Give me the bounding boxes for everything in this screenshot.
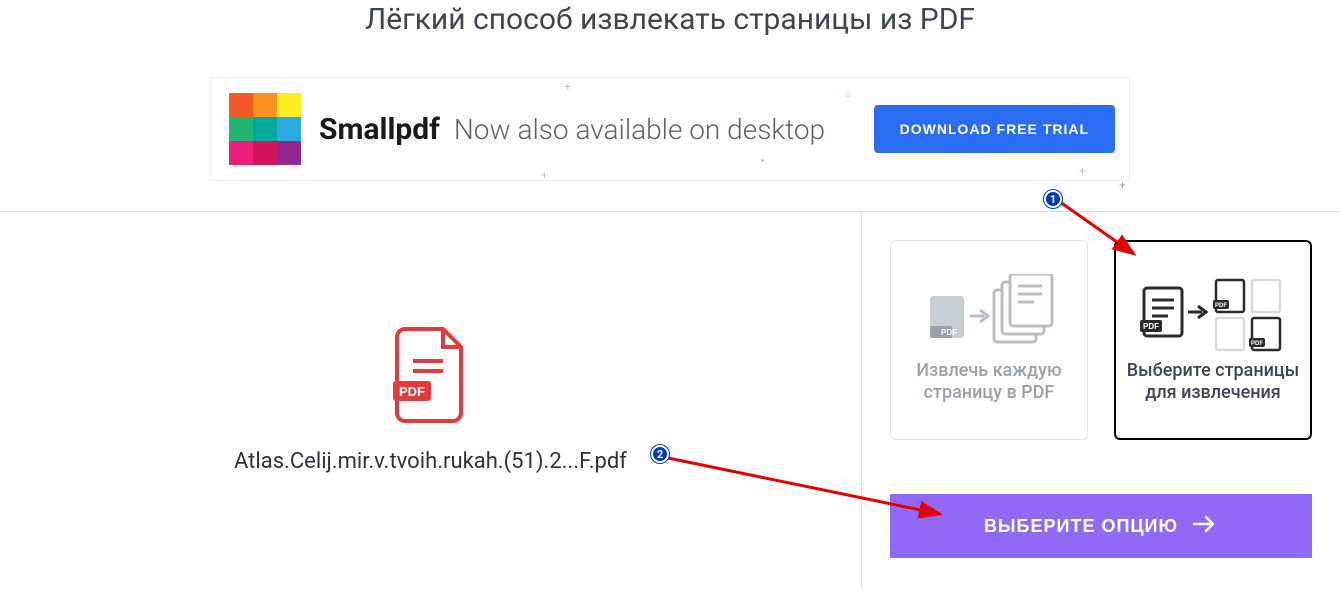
confetti-dot: + <box>565 82 571 93</box>
smallpdf-logo <box>229 93 301 165</box>
option-select-pages-label: Выберите страницы для извлечения <box>1126 360 1300 403</box>
promo-banner: + + • ○ + + Smallpdf Now also available … <box>210 77 1130 181</box>
file-panel: PDF Atlas.Celij.mir.v.tvoih.rukah.(51).2… <box>0 212 862 589</box>
confetti-dot: + <box>541 168 548 182</box>
pdf-file-icon: PDF <box>391 327 471 427</box>
option-select-pages[interactable]: PDF PDF PDF <box>1114 240 1312 440</box>
banner-slogan: Now also available on desktop <box>454 113 825 146</box>
svg-text:PDF: PDF <box>1143 322 1159 331</box>
confetti-dot: • <box>761 156 764 167</box>
options-panel: PDF Извлечь каждую страницу в <box>862 212 1340 589</box>
select-pages-icon: PDF PDF PDF <box>1138 276 1288 352</box>
banner-text: Smallpdf Now also available on desktop <box>319 112 825 147</box>
svg-text:PDF: PDF <box>399 384 425 399</box>
svg-text:PDF: PDF <box>1215 303 1227 309</box>
choose-option-label: ВЫБЕРИТЕ ОПЦИЮ <box>984 516 1178 537</box>
svg-text:PDF: PDF <box>941 328 957 337</box>
extract-all-icon: PDF <box>924 276 1054 352</box>
option-extract-all-label: Извлечь каждую страницу в PDF <box>901 360 1077 403</box>
page-title: Лёгкий способ извлекать страницы из PDF <box>0 0 1340 37</box>
option-extract-every-page[interactable]: PDF Извлечь каждую страницу в <box>890 240 1088 440</box>
annotation-marker-1: 1 <box>1044 190 1062 208</box>
arrow-right-icon <box>1192 514 1218 539</box>
annotation-arrow-1 <box>1056 198 1146 268</box>
confetti-dot: + <box>1079 164 1086 178</box>
file-name-label: Atlas.Celij.mir.v.tvoih.rukah.(51).2...F… <box>234 449 627 474</box>
download-trial-button[interactable]: DOWNLOAD FREE TRIAL <box>874 105 1115 153</box>
confetti-dot: + <box>1119 178 1126 192</box>
svg-text:PDF: PDF <box>1251 341 1263 347</box>
options-row: PDF Извлечь каждую страницу в <box>890 240 1312 440</box>
annotation-marker-2: 2 <box>651 445 669 463</box>
confetti-dot: ○ <box>845 90 851 101</box>
banner-brand: Smallpdf <box>319 112 440 147</box>
annotation-arrow-2 <box>664 452 954 532</box>
